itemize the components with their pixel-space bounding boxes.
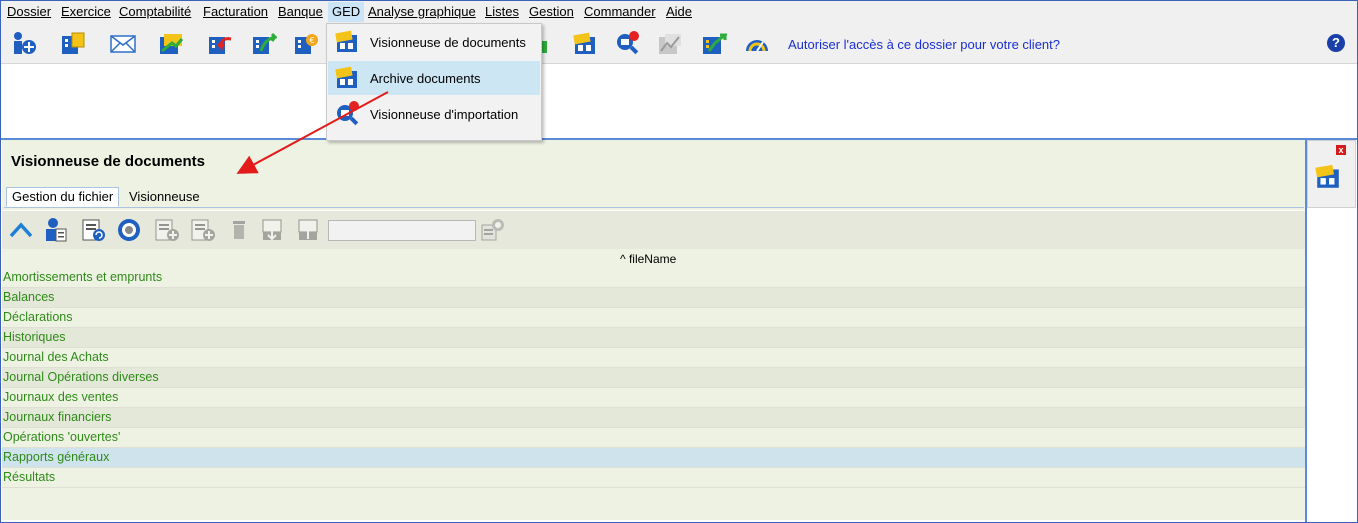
tab-bar: Gestion du fichier Visionneuse [4, 186, 1304, 208]
list-item[interactable]: Opérations 'ouvertes' [2, 428, 1305, 448]
menu-banque[interactable]: Banque [278, 4, 323, 19]
currency-icon[interactable]: € [293, 31, 319, 57]
menu-item-label: Archive documents [370, 71, 481, 86]
svg-text:€: € [309, 36, 314, 45]
side-panel: x [1307, 140, 1356, 208]
main-toolbar: € Autoriser l'accès à ce dossier pour vo… [1, 23, 1357, 64]
ged-dropdown-menu: Visionneuse de documents Archive documen… [326, 23, 542, 141]
export-icon[interactable] [251, 31, 277, 57]
ged-icon[interactable] [1314, 163, 1342, 191]
menu-analyse-graphique[interactable]: Analyse graphique [368, 4, 476, 19]
list-item[interactable]: Journaux des ventes [2, 388, 1305, 408]
menu-item-label: Visionneuse d'importation [370, 107, 519, 122]
workspace-top [1, 64, 1357, 140]
tab-gestion-fichier[interactable]: Gestion du fichier [6, 187, 120, 207]
search-input[interactable] [328, 220, 476, 241]
menu-aide[interactable]: Aide [666, 4, 692, 19]
page-title: Visionneuse de documents [11, 153, 205, 170]
help-icon[interactable]: ? [1327, 34, 1345, 52]
import-icon[interactable] [207, 31, 233, 57]
delete-icon[interactable] [226, 217, 252, 243]
add-user-icon[interactable] [12, 31, 38, 57]
file-toolbar [2, 210, 1305, 249]
settings-disc-icon[interactable] [116, 217, 142, 243]
refresh-doc-icon[interactable] [80, 217, 106, 243]
menu-exercice[interactable]: Exercice [61, 4, 111, 19]
menu-comptabilite[interactable]: Comptabilité [119, 4, 191, 19]
list-item[interactable]: Balances [2, 288, 1305, 308]
list-item[interactable]: Historiques [2, 328, 1305, 348]
column-header-filename[interactable]: ^ fileName [2, 250, 1305, 269]
gauge-icon[interactable] [744, 31, 770, 57]
menu-item-label: Visionneuse de documents [370, 35, 526, 50]
import-viewer-icon [334, 101, 360, 127]
menu-facturation[interactable]: Facturation [203, 4, 268, 19]
upload-icon[interactable] [296, 217, 322, 243]
menu-item-visionneuse-importation[interactable]: Visionneuse d'importation [328, 97, 540, 131]
mail-icon[interactable] [110, 31, 136, 57]
list-item[interactable]: Journaux financiers [2, 408, 1305, 428]
download-icon[interactable] [260, 217, 286, 243]
up-arrow-icon[interactable] [8, 217, 34, 243]
menu-ged[interactable]: GED [328, 2, 365, 22]
growth-icon[interactable] [701, 31, 727, 57]
folder-doc-icon[interactable] [60, 31, 86, 57]
sort-asc-label: ^ fileName [620, 252, 677, 266]
list-item[interactable]: Résultats [2, 468, 1305, 488]
import-viewer-icon[interactable] [614, 31, 640, 57]
menu-dossier[interactable]: Dossier [7, 4, 51, 19]
close-icon[interactable]: x [1336, 145, 1346, 155]
archive-icon [334, 65, 360, 91]
chart-export-icon[interactable] [158, 31, 184, 57]
list-item[interactable]: Amortissements et emprunts [2, 268, 1305, 288]
file-list: Amortissements et emprunts Balances Décl… [2, 268, 1305, 488]
menu-item-visionneuse-documents[interactable]: Visionneuse de documents [328, 25, 540, 59]
add-doc-icon[interactable] [154, 217, 180, 243]
list-item[interactable]: Déclarations [2, 308, 1305, 328]
list-item-selected[interactable]: Rapports généraux [2, 448, 1305, 468]
ged-icon[interactable] [572, 31, 598, 57]
search-files-icon[interactable] [480, 217, 506, 243]
menu-commander[interactable]: Commander [584, 4, 656, 19]
user-list-icon[interactable] [42, 217, 68, 243]
menu-listes[interactable]: Listes [485, 4, 519, 19]
menu-item-archive-documents[interactable]: Archive documents [328, 61, 540, 95]
list-item[interactable]: Journal des Achats [2, 348, 1305, 368]
client-access-link[interactable]: Autoriser l'accès à ce dossier pour votr… [788, 37, 1060, 52]
tab-visionneuse[interactable]: Visionneuse [124, 188, 205, 206]
document-viewer-panel: Visionneuse de documents Gestion du fich… [2, 140, 1305, 520]
add-folder-icon[interactable] [190, 217, 216, 243]
menu-bar: Dossier Exercice Comptabilité Facturatio… [1, 1, 1357, 23]
report-icon[interactable] [657, 31, 683, 57]
document-viewer-icon [334, 29, 360, 55]
list-item[interactable]: Journal Opérations diverses [2, 368, 1305, 388]
menu-gestion[interactable]: Gestion [529, 4, 574, 19]
